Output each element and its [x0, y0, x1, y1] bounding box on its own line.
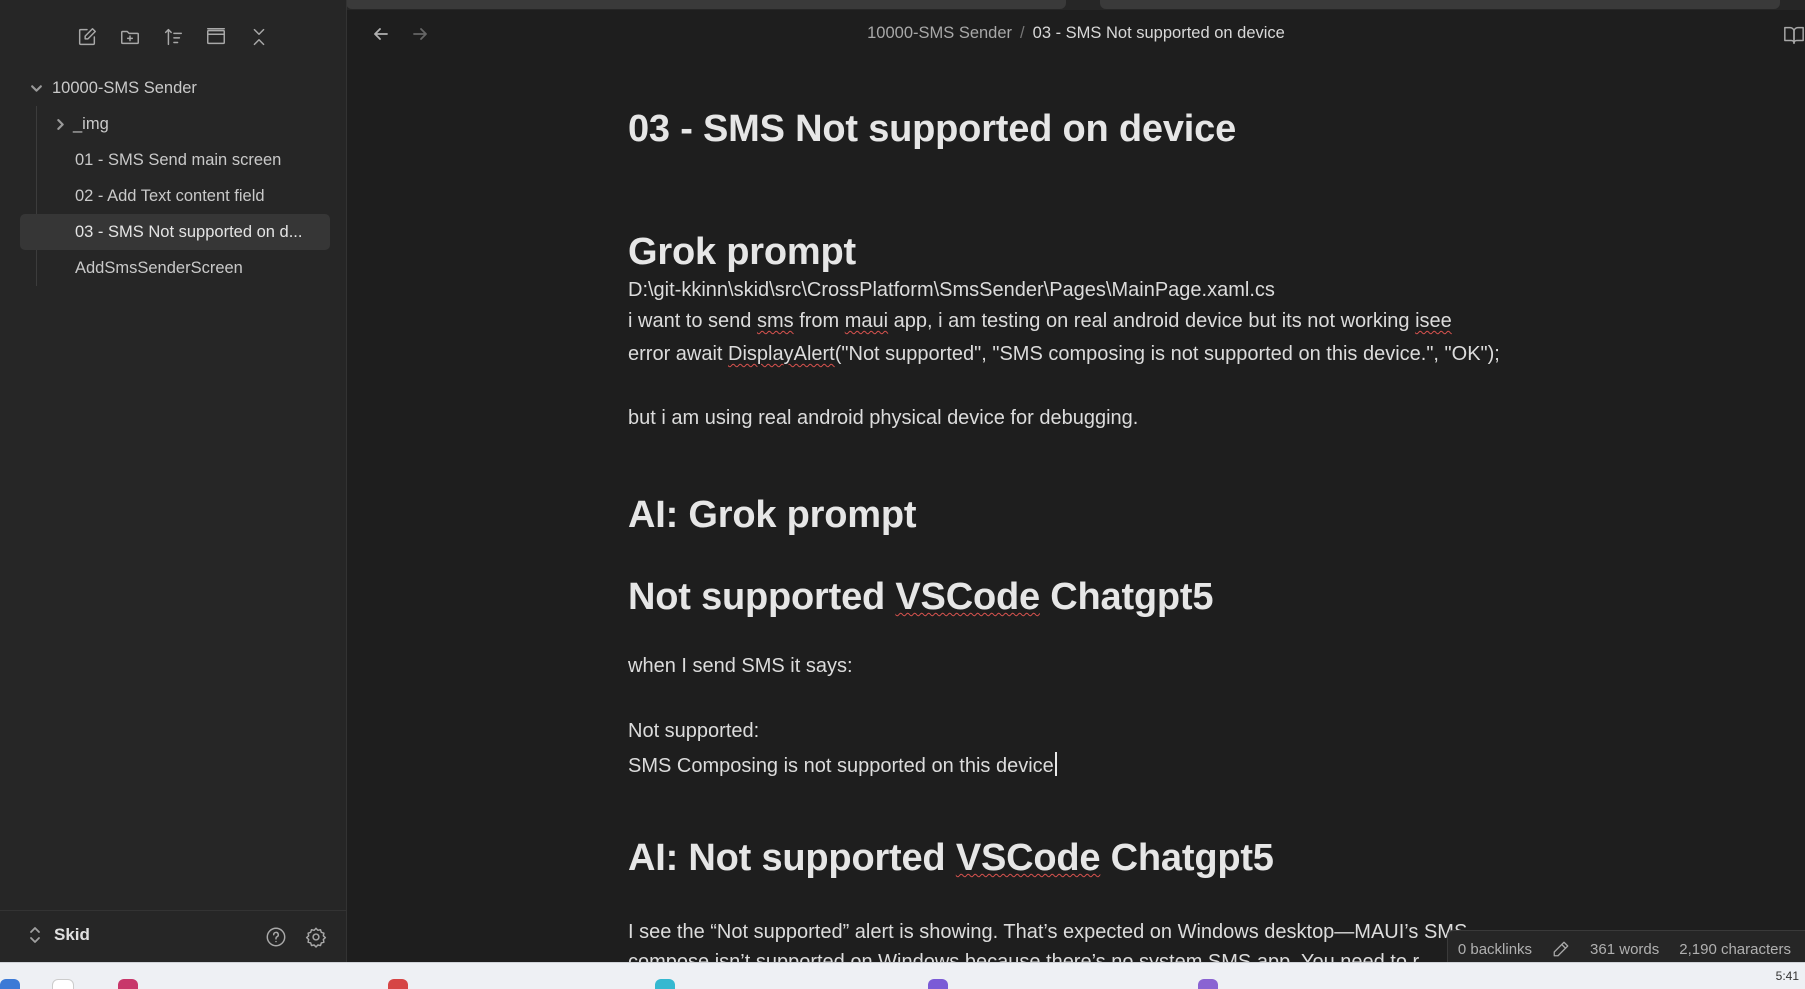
reading-view-button[interactable] — [1783, 24, 1805, 46]
note-title: 03 - SMS Not supported on device — [628, 108, 1237, 150]
backlinks-count[interactable]: 0 backlinks — [1458, 941, 1532, 958]
os-taskbar: 5:41 — [0, 962, 1805, 989]
paragraph-line: SMS Composing is not supported on this d… — [628, 752, 1057, 778]
new-folder-button[interactable] — [116, 22, 145, 51]
text-cursor — [1054, 752, 1057, 776]
file-explorer-sidebar: 10000-SMS Sender _img 01 - SMS Send main… — [0, 0, 347, 962]
word-count: 361 words — [1590, 940, 1660, 958]
heading-not-supported-vscode: Not supported VSCode Chatgpt5 — [628, 576, 1214, 618]
paragraph-line: error await DisplayAlert("Not supported"… — [628, 343, 1500, 365]
tree-file-label: 02 - Add Text content field — [75, 186, 265, 205]
character-count: 2,190 characters — [1679, 940, 1791, 958]
chevron-down-icon — [28, 80, 44, 96]
settings-button[interactable] — [303, 924, 329, 950]
tree-file-item[interactable]: 02 - Add Text content field — [20, 178, 330, 214]
paragraph-line: but i am using real android physical dev… — [628, 407, 1139, 429]
pencil-icon — [1553, 941, 1569, 956]
vault-name: Skid — [54, 925, 90, 944]
new-note-button[interactable] — [73, 22, 102, 51]
tree-folder-label: 10000-SMS Sender — [52, 78, 197, 97]
sort-button[interactable] — [159, 22, 188, 51]
collapse-view-button[interactable] — [202, 22, 231, 51]
chevron-up-down-icon — [30, 927, 40, 943]
breadcrumb-current[interactable]: 03 - SMS Not supported on device — [1033, 24, 1285, 42]
tree-file-label: AddSmsSenderScreen — [75, 258, 243, 277]
sort-icon — [164, 28, 182, 45]
paragraph-line: when I send SMS it says: — [628, 655, 853, 677]
collapse-all-icon — [253, 28, 265, 45]
file-explorer-toolbar — [0, 22, 346, 54]
tab[interactable] — [346, 0, 1066, 9]
file-path-text: D:\git-kkinn\skid\src\CrossPlatform\SmsS… — [628, 279, 1275, 301]
heading-ai-not-supported-vscode: AI: Not supported VSCode Chatgpt5 — [628, 837, 1274, 879]
tree-file-item[interactable]: AddSmsSenderScreen — [20, 250, 330, 286]
paragraph-line: I see the “Not supported” alert is showi… — [628, 921, 1468, 943]
vault-switcher[interactable]: Skid — [28, 925, 90, 945]
tree-folder-root[interactable]: 10000-SMS Sender — [20, 70, 330, 106]
tree-folder-label: _img — [73, 114, 109, 133]
new-note-icon — [78, 27, 96, 45]
tree-file-label: 01 - SMS Send main screen — [75, 150, 282, 169]
paragraph-line: i want to send sms from maui app, i am t… — [628, 310, 1452, 332]
gear-icon — [305, 927, 327, 948]
heading-grok-prompt: Grok prompt — [628, 231, 856, 273]
heading-ai-grok-prompt: AI: Grok prompt — [628, 494, 917, 536]
breadcrumb-parent[interactable]: 10000-SMS Sender — [867, 24, 1012, 42]
breadcrumb-separator: / — [1020, 24, 1025, 42]
tree-file-item-active[interactable]: 03 - SMS Not supported on d... — [20, 214, 330, 250]
help-icon — [266, 927, 286, 947]
taskbar-clock[interactable]: 5:41 — [1776, 969, 1799, 983]
book-open-icon — [1784, 26, 1804, 44]
collapse-view-icon — [207, 27, 225, 44]
breadcrumb: 10000-SMS Sender / 03 - SMS Not supported … — [347, 24, 1805, 43]
collapse-all-button[interactable] — [245, 22, 274, 51]
vault-footer: Skid — [0, 910, 346, 963]
edit-mode-button[interactable] — [1552, 940, 1570, 959]
file-tree: 10000-SMS Sender _img 01 - SMS Send main… — [20, 70, 330, 286]
chevron-right-icon — [52, 116, 68, 132]
tab[interactable] — [1100, 0, 1780, 9]
tree-file-item[interactable]: 01 - SMS Send main screen — [20, 142, 330, 178]
help-button[interactable] — [263, 924, 289, 950]
paragraph-line: Not supported: — [628, 720, 760, 742]
tree-file-label: 03 - SMS Not supported on d... — [75, 222, 303, 241]
tree-folder-img[interactable]: _img — [20, 106, 330, 142]
new-folder-icon — [121, 30, 139, 44]
